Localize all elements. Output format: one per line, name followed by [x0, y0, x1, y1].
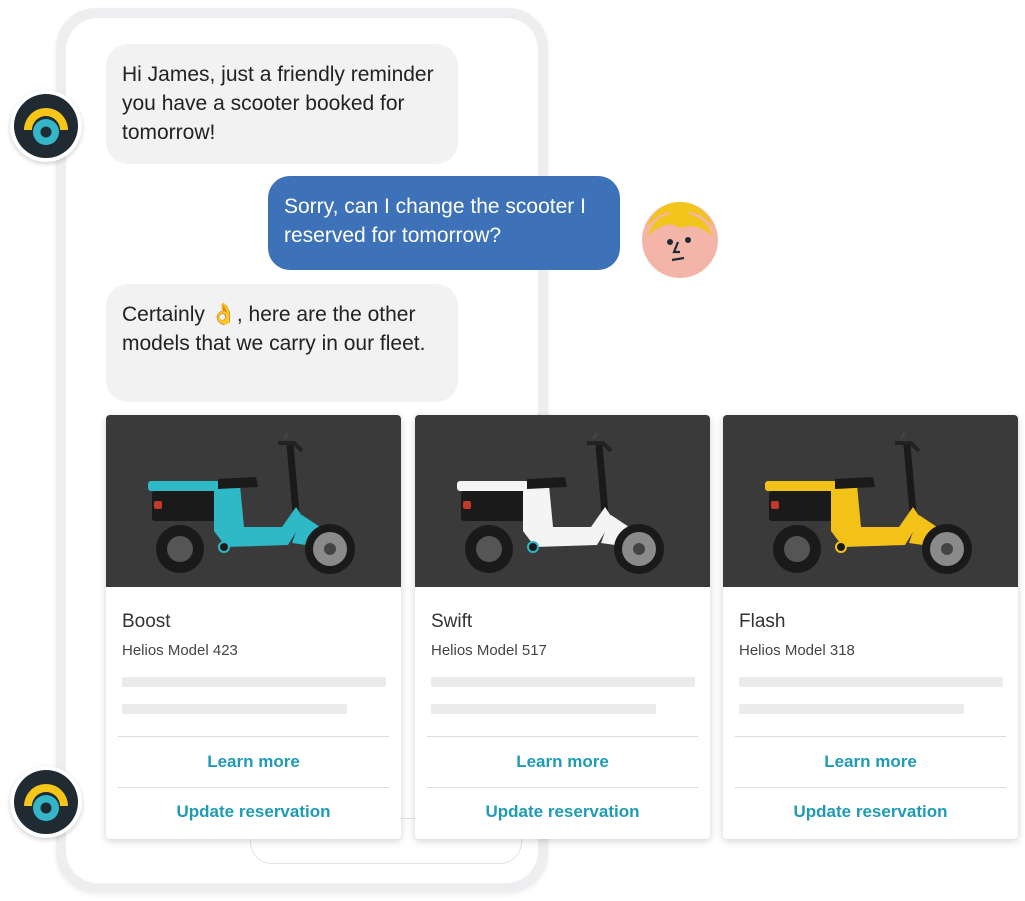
scooter-illustration-icon [765, 432, 972, 574]
user-message-bubble: Sorry, can I change the scooter I reserv… [268, 176, 620, 270]
placeholder-line [739, 677, 1003, 687]
learn-more-link[interactable]: Learn more [415, 752, 710, 772]
learn-more-link[interactable]: Learn more [723, 752, 1018, 772]
bot-avatar-icon [10, 766, 82, 838]
divider [427, 787, 698, 788]
scooter-name: Boost [122, 611, 171, 632]
bot-message-text-start: Certainly [122, 303, 211, 326]
divider [735, 787, 1006, 788]
user-message-text: Sorry, can I change the scooter I reserv… [284, 195, 586, 247]
ok-hand-icon: 👌 [210, 303, 237, 326]
placeholder-line [431, 677, 695, 687]
placeholder-line [739, 704, 964, 714]
scooter-illustration-icon [148, 432, 355, 574]
placeholder-line [431, 704, 656, 714]
scooter-image [415, 415, 710, 587]
divider [735, 736, 1006, 737]
scooter-card: Flash Helios Model 318 Learn more Update… [723, 415, 1018, 839]
bot-message-bubble: Hi James, just a friendly reminder you h… [106, 44, 458, 164]
placeholder-line [122, 704, 347, 714]
scooter-card: Swift Helios Model 517 Learn more Update… [415, 415, 710, 839]
scooter-model: Helios Model 318 [739, 642, 855, 659]
scooter-model: Helios Model 517 [431, 642, 547, 659]
update-reservation-link[interactable]: Update reservation [106, 802, 401, 822]
user-avatar-icon [640, 200, 720, 280]
update-reservation-link[interactable]: Update reservation [723, 802, 1018, 822]
divider [118, 736, 389, 737]
learn-more-link[interactable]: Learn more [106, 752, 401, 772]
update-reservation-link[interactable]: Update reservation [415, 802, 710, 822]
scooter-name: Swift [431, 611, 473, 632]
divider [118, 787, 389, 788]
divider [427, 736, 698, 737]
scooter-name: Flash [739, 611, 786, 632]
scooter-illustration-icon [457, 432, 664, 574]
scooter-card: Boost Helios Model 423 Learn more Update… [106, 415, 401, 839]
scooter-image [106, 415, 401, 587]
placeholder-line [122, 677, 386, 687]
bot-message-bubble: Certainly 👌, here are the other models t… [106, 284, 458, 402]
scooter-image [723, 415, 1018, 587]
bot-message-text: Hi James, just a friendly reminder you h… [122, 63, 434, 144]
bot-avatar-icon [10, 90, 82, 162]
scooter-model: Helios Model 423 [122, 642, 238, 659]
